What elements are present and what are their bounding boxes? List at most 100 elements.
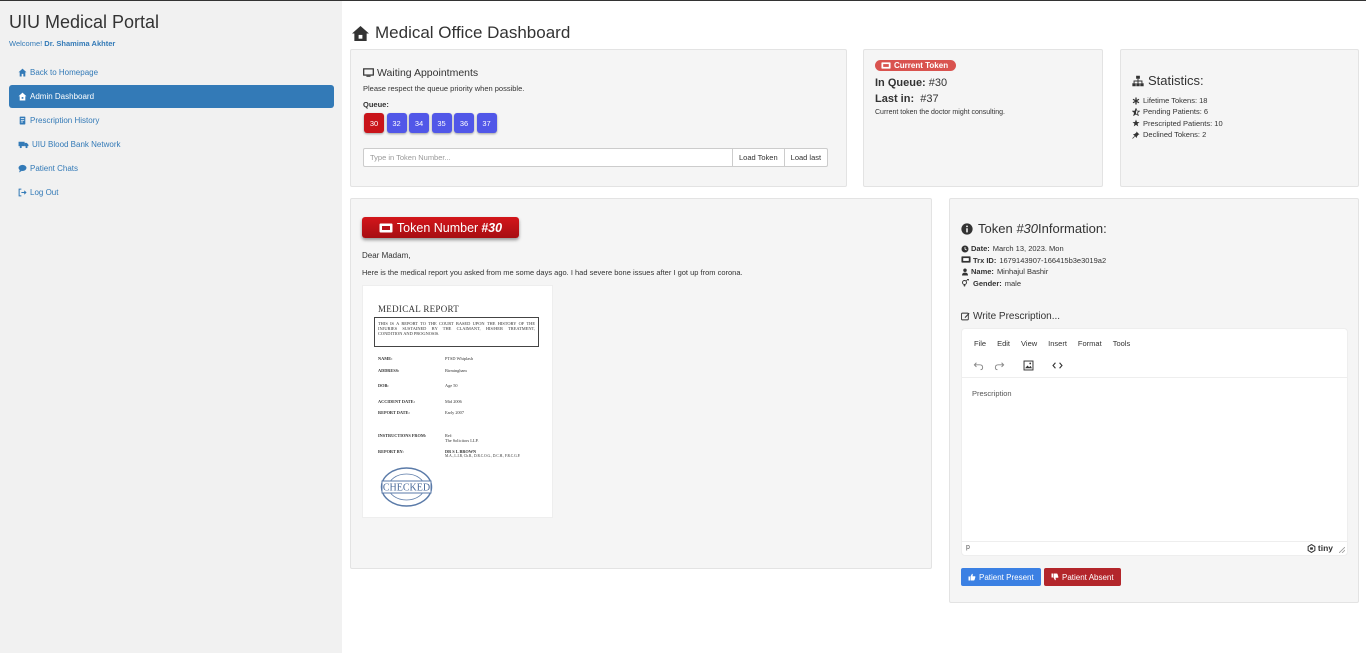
- menu-format[interactable]: Format: [1078, 339, 1102, 348]
- token-info-title: Token #30 Information:: [961, 221, 1107, 236]
- doctor-name: Dr. Shamima Akhter: [44, 39, 116, 48]
- info-name-label: Name:: [971, 267, 994, 277]
- sidebar: UIU Medical Portal Welcome! Dr. Shamima …: [0, 1, 342, 653]
- welcome-prefix: Welcome!: [9, 39, 45, 48]
- info-circle-icon: [961, 222, 973, 235]
- page-title: Medical Office Dashboard: [351, 23, 570, 43]
- doc-key: REPORT DATE:: [378, 410, 410, 415]
- tiny-brand[interactable]: tiny: [1307, 543, 1333, 553]
- stat-lifetime-tokens: Lifetime Tokens: 18: [1132, 95, 1223, 106]
- patient-absent-button[interactable]: Patient Absent: [1044, 568, 1121, 586]
- asterisk-icon: [1132, 97, 1140, 105]
- menu-edit[interactable]: Edit: [997, 339, 1010, 348]
- token-number-input[interactable]: [363, 148, 733, 167]
- sidebar-item-logout[interactable]: Log Out: [9, 181, 334, 204]
- sidebar-item-label: Admin Dashboard: [30, 92, 95, 101]
- sidebar-item-blood-bank[interactable]: UIU Blood Bank Network: [9, 133, 334, 156]
- in-queue-value: #30: [928, 77, 948, 89]
- load-token-button[interactable]: Load Token: [732, 148, 785, 167]
- info-gender-label: Gender:: [973, 278, 1002, 288]
- ticket-icon: [961, 256, 971, 264]
- prescription-editor[interactable]: File Edit View Insert Format Tools Presc…: [961, 328, 1348, 556]
- menu-file[interactable]: File: [974, 339, 986, 348]
- sidebar-item-label: UIU Blood Bank Network: [32, 140, 121, 149]
- token-info-number: #30: [1016, 221, 1039, 236]
- menu-tools[interactable]: Tools: [1113, 339, 1131, 348]
- queue-token-button[interactable]: 36: [454, 113, 474, 133]
- sidebar-item-prescription-history[interactable]: Prescription History: [9, 109, 334, 132]
- in-queue-line: In Queue: #30: [875, 77, 947, 89]
- last-in-line: Last in: #37: [875, 93, 939, 105]
- sitemap-icon: [1132, 75, 1144, 87]
- queue-token-button[interactable]: 35: [431, 113, 452, 133]
- doc-title: MEDICAL REPORT: [378, 304, 460, 314]
- patient-present-button[interactable]: Patient Present: [961, 568, 1041, 586]
- current-token-panel: Current Token In Queue: #30 Last in: #37…: [863, 49, 1103, 187]
- page-title-text: Medical Office Dashboard: [375, 23, 571, 42]
- editor-statusbar: p tiny: [962, 541, 1347, 555]
- redo-button[interactable]: [991, 358, 1008, 373]
- info-trx: Trx ID: 1679143907-166415b3e3019a2: [961, 255, 1106, 267]
- star-half-icon: [1132, 107, 1140, 116]
- doc-key: INSTRUCTIONS FROM:: [378, 433, 427, 438]
- stat-label: Pending Patients: 6: [1143, 107, 1209, 117]
- load-last-button[interactable]: Load last: [783, 148, 829, 167]
- token-information-panel: Token #30 Information: Date: March 13, 20…: [949, 198, 1359, 603]
- message-body: Here is the medical report you asked fro…: [362, 268, 743, 277]
- token-banner-number: #30: [481, 220, 503, 235]
- home-icon: [18, 92, 27, 101]
- info-trx-label: Trx ID:: [973, 255, 997, 265]
- resize-handle[interactable]: [1339, 547, 1345, 553]
- sidebar-item-label: Patient Chats: [30, 164, 79, 173]
- doc-key: REPORT BY:: [378, 449, 404, 454]
- queue-token-button[interactable]: 30: [364, 113, 384, 133]
- image-icon: [1023, 360, 1034, 371]
- editor-menubar: File Edit View Insert Format Tools: [974, 339, 1141, 348]
- token-info-prefix: Token: [978, 221, 1013, 236]
- patient-present-label: Patient Present: [979, 572, 1034, 582]
- menu-view[interactable]: View: [1021, 339, 1037, 348]
- last-in-label: Last in:: [875, 93, 915, 105]
- ticket-icon: [379, 223, 393, 233]
- sidebar-item-homepage[interactable]: Back to Homepage: [9, 61, 334, 84]
- info-trx-value: 1679143907-166415b3e3019a2: [999, 255, 1107, 265]
- medical-report-attachment[interactable]: MEDICAL REPORT THIS IS A REPORT TO THE C…: [362, 285, 553, 518]
- queue-token-button[interactable]: 37: [476, 113, 497, 133]
- info-date-label: Date:: [971, 244, 990, 254]
- info-gender-value: male: [1004, 278, 1022, 288]
- doc-value: PTSD Whiplash: [445, 356, 473, 361]
- home-icon: [18, 68, 27, 77]
- doc-summary-box: THIS IS A REPORT TO THE COURT BASED UPON…: [374, 317, 539, 347]
- waiting-title: Waiting Appointments: [363, 67, 478, 79]
- element-path[interactable]: p: [966, 544, 970, 551]
- message-greeting: Dear Madam,: [362, 251, 411, 260]
- redo-icon: [994, 362, 1005, 371]
- app-brand: UIU Medical Portal: [9, 12, 160, 32]
- undo-button[interactable]: [970, 358, 987, 373]
- sidebar-item-label: Log Out: [30, 188, 59, 197]
- sidebar-item-admin-dashboard[interactable]: Admin Dashboard: [9, 85, 334, 108]
- queue-token-button[interactable]: 32: [386, 113, 407, 133]
- stat-label: Declined Tokens: 2: [1143, 130, 1207, 140]
- info-name: Name: Minhajul Bashir: [961, 266, 1106, 278]
- patient-message-panel: Token Number #30 Dear Madam, Here is the …: [350, 198, 932, 569]
- doc-key: ADDRESS:: [378, 368, 400, 373]
- toolbar-divider: [962, 377, 1347, 378]
- gender-icon: [961, 279, 971, 287]
- queue-list: 30 32 34 35 36 37: [364, 113, 499, 133]
- statistics-list: Lifetime Tokens: 18 Pending Patients: 6 …: [1132, 95, 1223, 140]
- welcome-text: Welcome! Dr. Shamima Akhter: [9, 39, 115, 48]
- source-code-button[interactable]: [1049, 358, 1066, 373]
- code-icon: [1052, 362, 1063, 369]
- insert-image-button[interactable]: [1020, 358, 1037, 373]
- token-info-suffix: Information:: [1038, 221, 1107, 236]
- star-icon: [1132, 119, 1140, 127]
- sidebar-item-patient-chats[interactable]: Patient Chats: [9, 157, 334, 180]
- menu-insert[interactable]: Insert: [1048, 339, 1067, 348]
- info-gender: Gender: male: [961, 278, 1106, 290]
- chat-icon: [18, 164, 27, 173]
- checked-stamp: CHECKED: [380, 466, 433, 508]
- home-icon: [351, 25, 370, 42]
- truck-icon: [18, 140, 29, 149]
- queue-token-button[interactable]: 34: [409, 113, 429, 133]
